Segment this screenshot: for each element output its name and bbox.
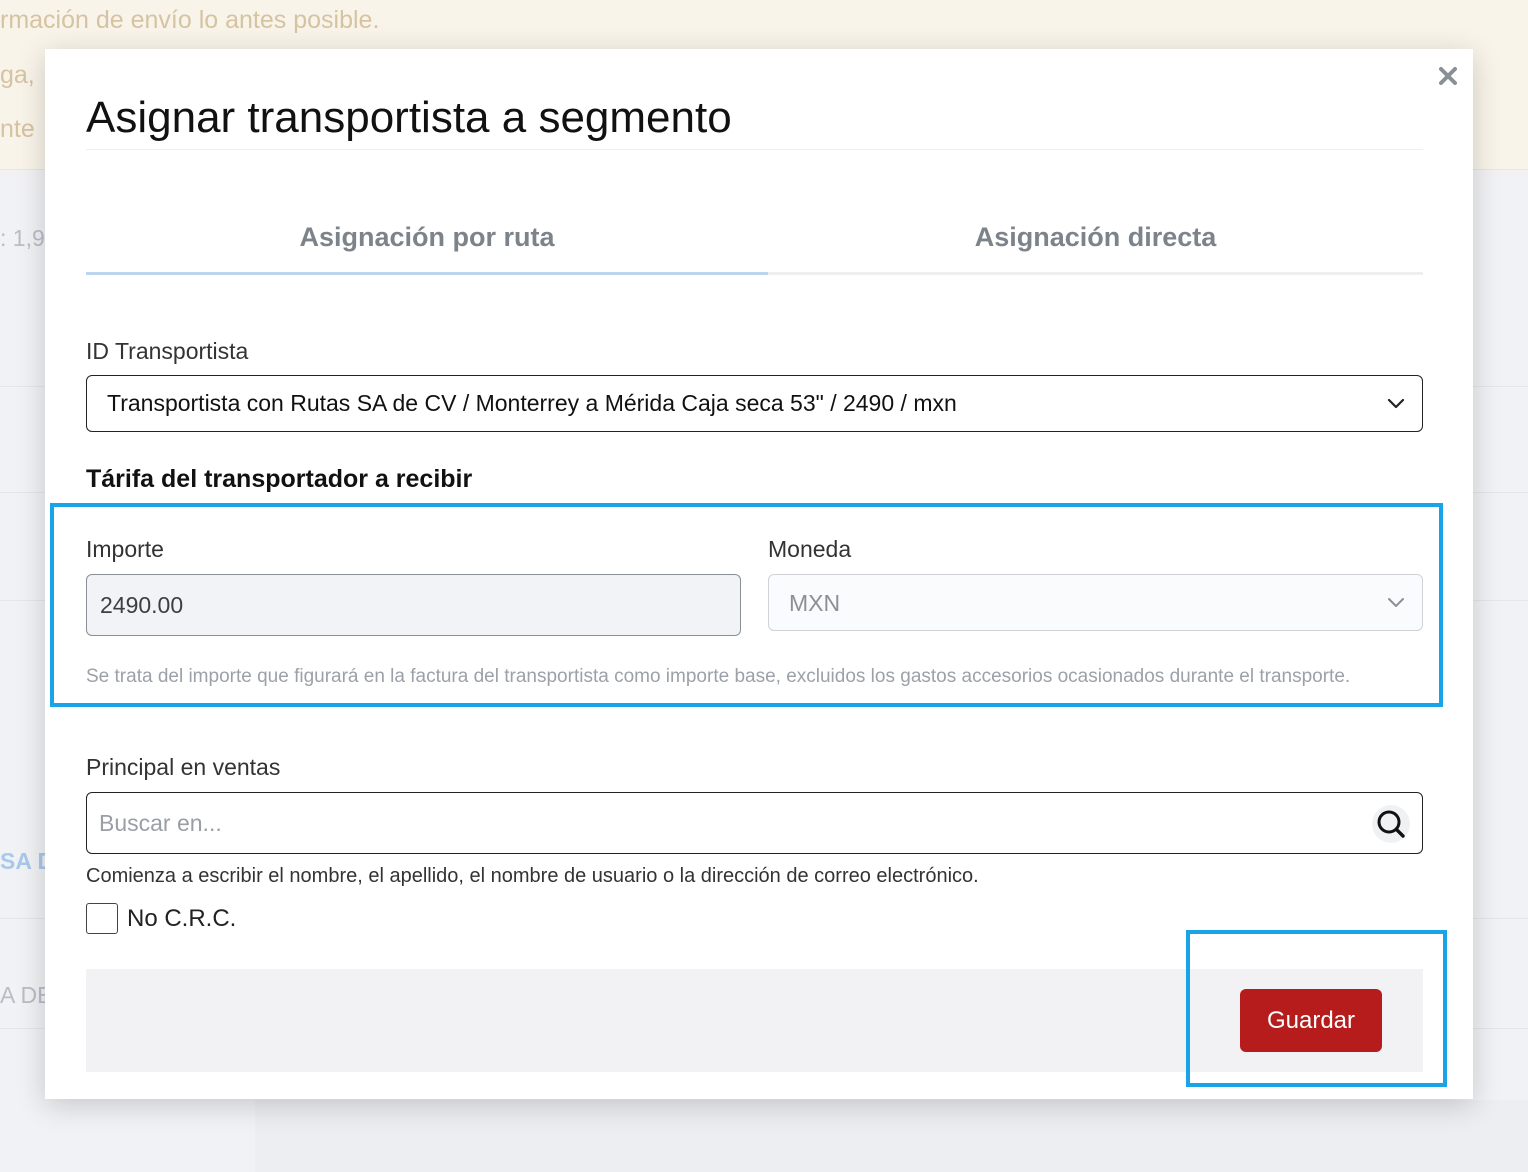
- modal-title: Asignar transportista a segmento: [86, 93, 732, 142]
- search-button[interactable]: [1372, 805, 1410, 843]
- sales-lead-hint: Comienza a escribir el nombre, el apelli…: [86, 865, 979, 887]
- carrier-select-value: Transportista con Rutas SA de CV / Monte…: [107, 390, 957, 416]
- background-logo-pattern: [255, 1100, 1528, 1172]
- no-crc-label[interactable]: No C.R.C.: [127, 905, 236, 933]
- rate-section-title: Tárifa del transportador a recibir: [86, 465, 473, 493]
- banner-line: rmación de envío lo antes posible.: [0, 6, 380, 34]
- search-icon: [1377, 810, 1405, 838]
- title-divider: [86, 149, 1423, 150]
- sales-lead-search-input[interactable]: [99, 803, 1349, 843]
- tab-route-assignment[interactable]: Asignación por ruta: [86, 209, 768, 275]
- chevron-down-icon: [1387, 398, 1405, 409]
- background-text: : 1,9: [0, 225, 45, 251]
- rate-fields-highlight: [50, 503, 1443, 707]
- carrier-id-label: ID Transportista: [86, 338, 249, 364]
- carrier-select[interactable]: Transportista con Rutas SA de CV / Monte…: [86, 375, 1423, 432]
- sales-lead-search: [86, 792, 1423, 854]
- tab-direct-assignment[interactable]: Asignación directa: [768, 209, 1423, 275]
- assignment-tabs: Asignación por ruta Asignación directa: [86, 209, 1423, 275]
- banner-line: nte: [0, 115, 35, 143]
- save-button-highlight: [1186, 930, 1447, 1087]
- close-icon[interactable]: [1435, 61, 1461, 91]
- no-crc-checkbox[interactable]: [86, 903, 118, 934]
- banner-line: ga,: [0, 61, 35, 89]
- sales-lead-label: Principal en ventas: [86, 754, 281, 780]
